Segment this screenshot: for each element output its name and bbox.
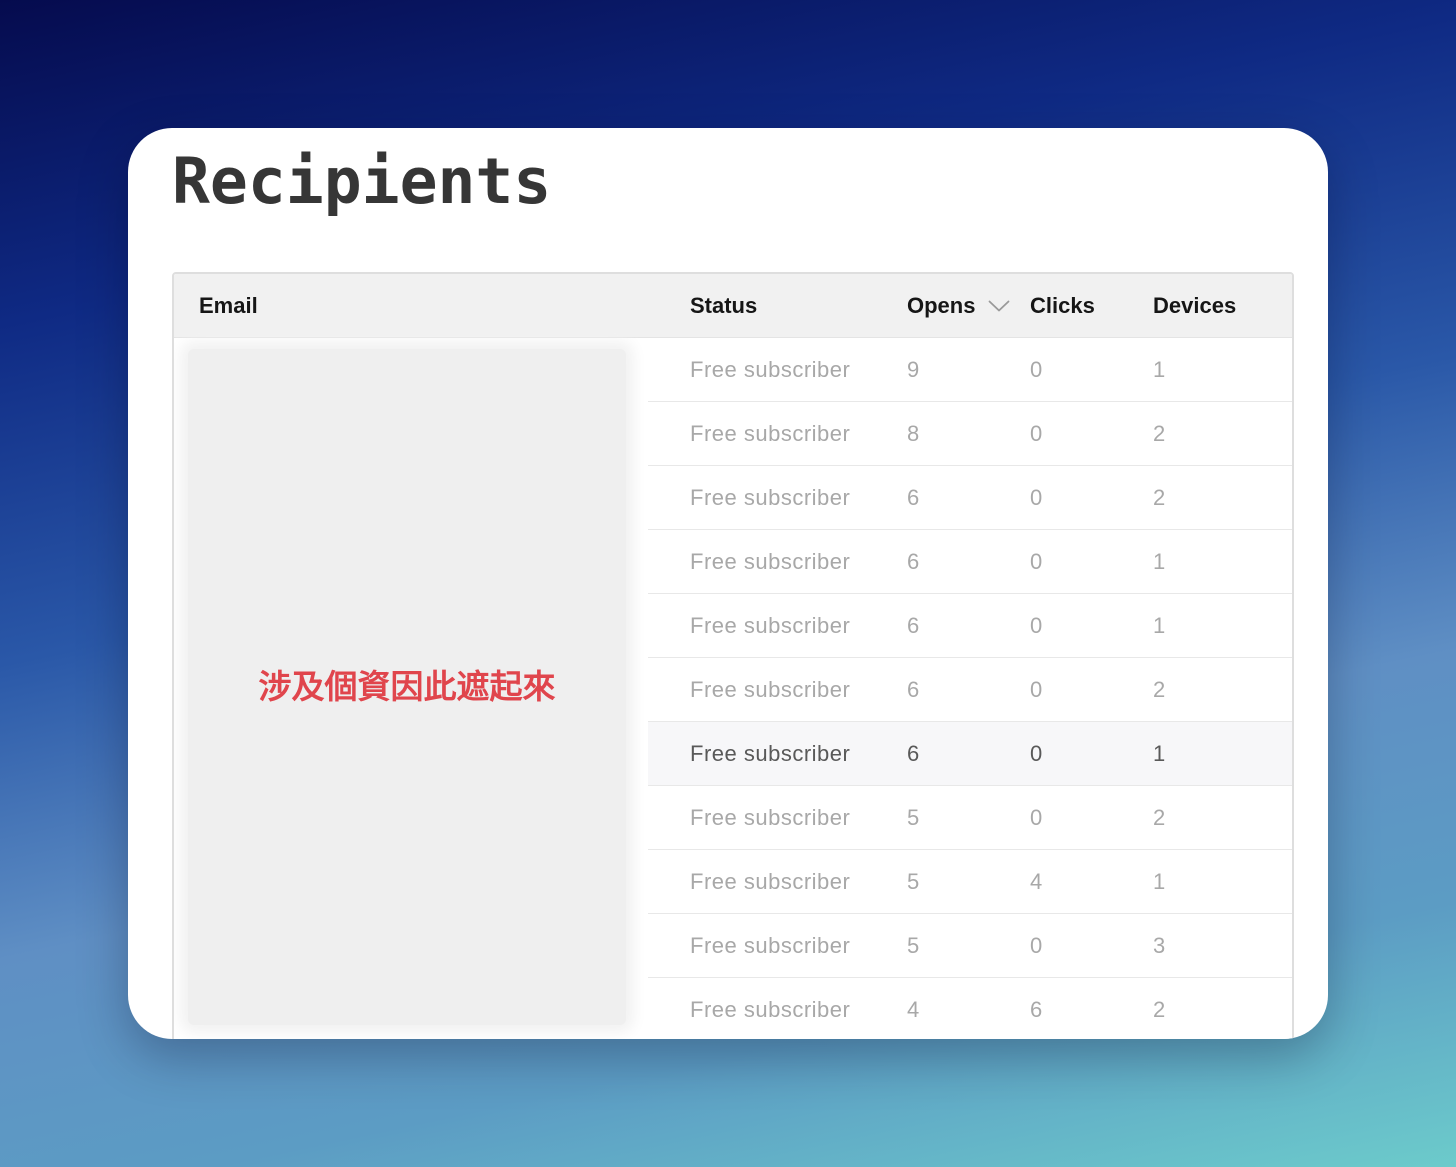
status-cell: Free subscriber	[690, 485, 851, 510]
recipients-table: Email Status Opens Clicks Devices Free s…	[172, 272, 1294, 1039]
status-cell: Free subscriber	[690, 357, 851, 382]
devices-cell: 2	[1153, 677, 1166, 702]
status-cell: Free subscriber	[690, 933, 851, 958]
devices-cell: 2	[1153, 997, 1166, 1022]
opens-cell: 5	[907, 805, 920, 830]
clicks-cell: 0	[1030, 741, 1043, 766]
status-cell: Free subscriber	[690, 613, 851, 638]
email-redaction-overlay: 涉及個資因此遮起來	[188, 349, 626, 1025]
devices-cell: 2	[1153, 421, 1166, 446]
column-header-clicks[interactable]: Clicks	[1030, 274, 1095, 337]
devices-cell: 1	[1153, 357, 1166, 382]
page-title: Recipients	[172, 145, 552, 218]
column-header-opens[interactable]: Opens	[907, 274, 1010, 337]
devices-cell: 3	[1153, 933, 1166, 958]
status-cell: Free subscriber	[690, 997, 851, 1022]
clicks-cell: 0	[1030, 805, 1043, 830]
devices-cell: 1	[1153, 741, 1166, 766]
clicks-cell: 6	[1030, 997, 1043, 1022]
status-cell: Free subscriber	[690, 677, 851, 702]
devices-cell: 1	[1153, 613, 1166, 638]
column-header-devices[interactable]: Devices	[1153, 274, 1236, 337]
opens-cell: 6	[907, 677, 920, 702]
clicks-cell: 4	[1030, 869, 1043, 894]
clicks-cell: 0	[1030, 485, 1043, 510]
opens-cell: 8	[907, 421, 920, 446]
chevron-down-icon[interactable]	[988, 274, 1010, 337]
clicks-cell: 0	[1030, 549, 1043, 574]
devices-cell: 2	[1153, 805, 1166, 830]
opens-cell: 6	[907, 613, 920, 638]
status-cell: Free subscriber	[690, 549, 851, 574]
redaction-note: 涉及個資因此遮起來	[258, 667, 556, 706]
status-cell: Free subscriber	[690, 421, 851, 446]
devices-cell: 1	[1153, 869, 1166, 894]
opens-cell: 5	[907, 869, 920, 894]
clicks-cell: 0	[1030, 357, 1043, 382]
clicks-cell: 0	[1030, 421, 1043, 446]
opens-cell: 6	[907, 549, 920, 574]
status-cell: Free subscriber	[690, 741, 851, 766]
column-header-email[interactable]: Email	[199, 274, 258, 337]
opens-cell: 6	[907, 741, 920, 766]
opens-cell: 4	[907, 997, 920, 1022]
devices-cell: 1	[1153, 549, 1166, 574]
status-cell: Free subscriber	[690, 869, 851, 894]
opens-cell: 6	[907, 485, 920, 510]
devices-cell: 2	[1153, 485, 1166, 510]
clicks-cell: 0	[1030, 613, 1043, 638]
clicks-cell: 0	[1030, 677, 1043, 702]
clicks-cell: 0	[1030, 933, 1043, 958]
opens-cell: 9	[907, 357, 920, 382]
column-header-opens-label: Opens	[907, 293, 976, 318]
column-header-status[interactable]: Status	[690, 274, 757, 337]
opens-cell: 5	[907, 933, 920, 958]
status-cell: Free subscriber	[690, 805, 851, 830]
table-header-row: Email Status Opens Clicks Devices	[174, 274, 1292, 338]
recipients-card: Recipients Email Status Opens Clicks Dev…	[128, 128, 1328, 1039]
